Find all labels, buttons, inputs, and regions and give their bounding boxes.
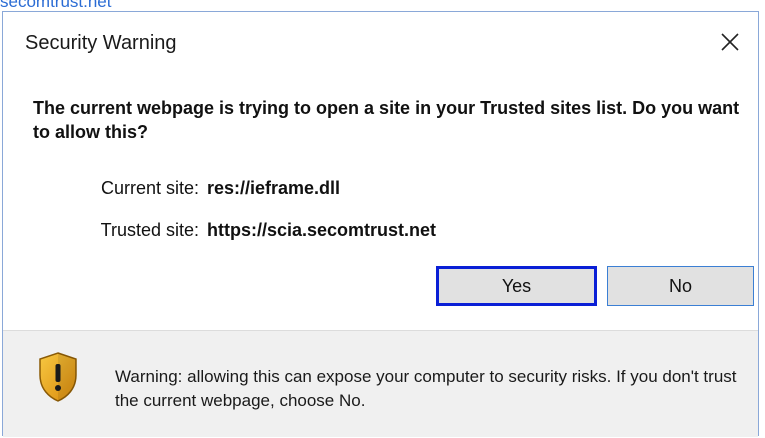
current-site-row: Current site: res://ieframe.dll — [76, 178, 340, 199]
close-icon — [721, 33, 739, 51]
warning-footer: Warning: allowing this can expose your c… — [3, 330, 758, 437]
current-site-label: Current site: — [100, 178, 199, 198]
trusted-site-value: https://scia.secomtrust.net — [207, 220, 437, 240]
dialog-title: Security Warning — [25, 32, 177, 54]
security-warning-dialog: Security Warning The current webpage is … — [2, 11, 759, 437]
trusted-site-label: Trusted site: — [100, 220, 199, 240]
question-text: The current webpage is trying to open a … — [33, 98, 740, 142]
warning-text: Warning: allowing this can expose your c… — [115, 367, 737, 410]
no-button[interactable]: No — [607, 266, 754, 306]
close-button[interactable] — [710, 22, 750, 62]
shield-warning-icon — [39, 352, 77, 402]
trusted-site-row: Trusted site: https://scia.secomtrust.net — [76, 220, 436, 241]
current-site-value: res://ieframe.dll — [207, 178, 341, 198]
title-bar: Security Warning — [3, 12, 758, 74]
yes-button[interactable]: Yes — [436, 266, 597, 306]
